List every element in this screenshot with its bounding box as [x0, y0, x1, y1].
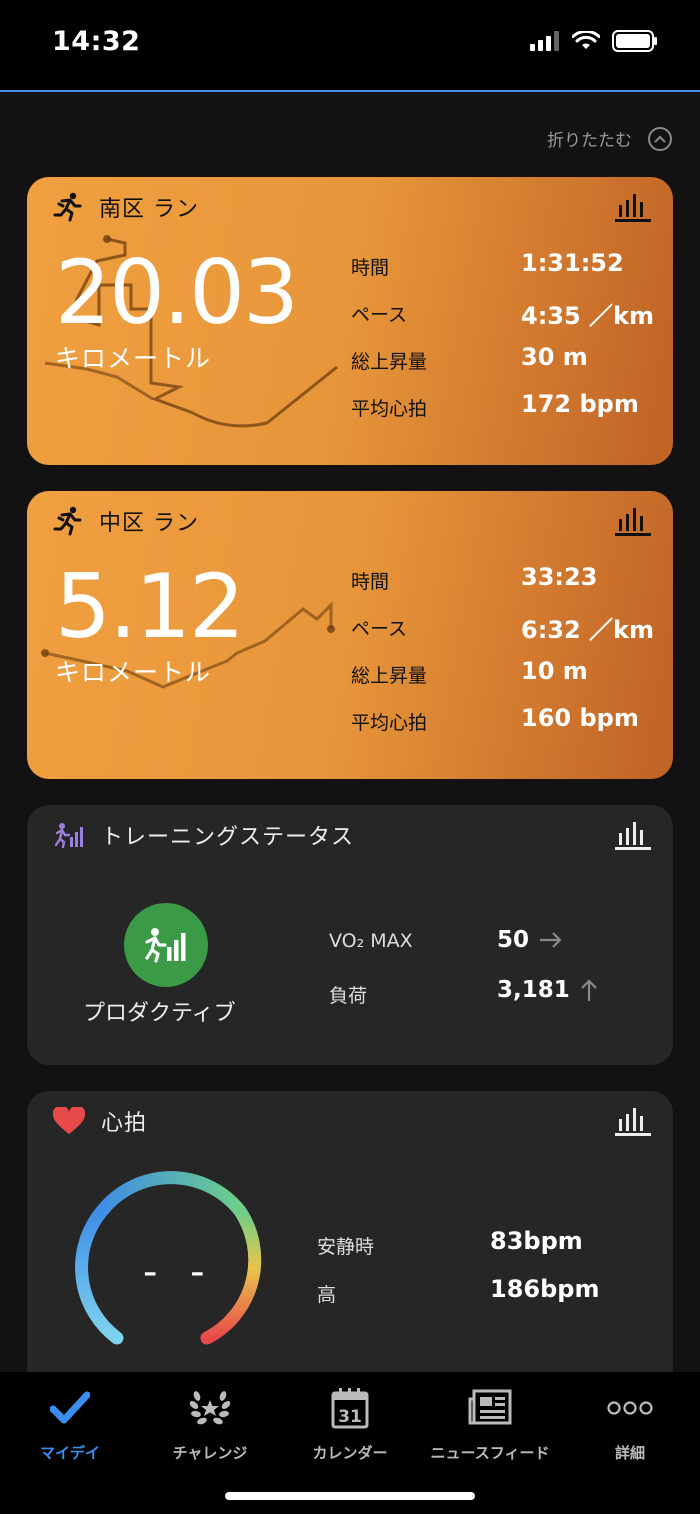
load-label: 負荷 — [329, 985, 368, 1007]
training-status-value: プロダクティブ — [83, 1001, 236, 1026]
battery-icon — [612, 30, 657, 52]
stat-value: 10 m — [521, 657, 588, 685]
chart-icon[interactable] — [615, 819, 651, 851]
vo2-value-row: 50 — [497, 927, 563, 953]
stat-value: 4:35 ／km — [521, 302, 655, 330]
stat-row-pace: ペース 4:35 ／km — [351, 300, 654, 330]
tab-challenges[interactable]: チャレンジ — [140, 1386, 280, 1463]
stat-value: 172 bpm — [521, 390, 639, 418]
tab-label: 詳細 — [614, 1444, 645, 1462]
stat-value: 160 bpm — [521, 704, 639, 732]
productive-badge — [124, 903, 208, 987]
running-icon — [53, 192, 82, 222]
stat-row-ascent: 総上昇量 30 m — [351, 343, 651, 377]
stat-label: ペース — [351, 304, 408, 326]
activity-card-1[interactable]: 南区 ラン 20.03 キロメートル 時間 1:31:52 ペース 4:35 ／… — [27, 177, 673, 465]
vo2-value: 50 — [497, 927, 530, 953]
header-divider — [0, 90, 700, 92]
stat-row-time: 時間 33:23 — [351, 563, 651, 597]
stat-row-time: 時間 1:31:52 — [351, 249, 651, 283]
heart-icon — [53, 1107, 85, 1134]
tab-label: ニュースフィード — [430, 1444, 550, 1462]
stat-row-heart-rate: 平均心拍 160 bpm — [351, 704, 651, 738]
tab-newsfeed[interactable]: ニュースフィード — [420, 1386, 560, 1463]
status-time: 14:32 — [52, 26, 141, 57]
training-status-icon — [54, 823, 83, 849]
load-value: 3,181 — [497, 977, 570, 1003]
stat-label: 平均心拍 — [351, 712, 428, 734]
status-bar: 14:32 — [0, 0, 700, 90]
stat-row-pace: ペース 6:32 ／km — [351, 614, 654, 644]
chart-icon[interactable] — [615, 1105, 651, 1137]
stat-label: 総上昇量 — [351, 665, 428, 687]
training-status-card[interactable]: トレーニングステータス プロダクティブ VO₂ MAX 50 負荷 3,181 — [27, 805, 673, 1065]
chart-icon[interactable] — [615, 191, 651, 223]
stat-label: 総上昇量 — [351, 351, 428, 373]
status-icons — [530, 30, 658, 52]
vo2-label: VO₂ MAX — [329, 930, 413, 952]
signal-icon — [530, 31, 559, 51]
high-hr-value: 186bpm — [490, 1275, 600, 1303]
arrow-up-icon — [580, 979, 597, 1001]
calendar-day: 31 — [338, 1407, 362, 1427]
activity-card-2[interactable]: 中区 ラン 5.12 キロメートル 時間 33:23 ペース 6:32 ／km … — [27, 491, 673, 779]
tab-more[interactable]: 詳細 — [560, 1386, 700, 1463]
tab-calendar[interactable]: 31 カレンダー — [280, 1386, 420, 1463]
tab-label: チャレンジ — [172, 1444, 248, 1462]
activity-header: 南区 ラン — [53, 191, 199, 223]
calendar-icon: 31 — [331, 1388, 369, 1429]
wifi-icon — [572, 31, 600, 49]
training-status-title: トレーニングステータス — [101, 825, 355, 850]
collapse-label: 折りたたむ — [547, 131, 632, 151]
distance-value: 5.12 — [55, 555, 245, 658]
arrow-right-icon — [540, 932, 562, 948]
stat-row-ascent: 総上昇量 10 m — [351, 657, 651, 691]
newsfeed-icon — [468, 1389, 512, 1425]
stat-label: 時間 — [351, 257, 390, 279]
check-icon — [50, 1391, 90, 1424]
collapse-button[interactable]: 折りたたむ — [547, 126, 672, 151]
stat-label: ペース — [351, 618, 408, 640]
tab-label: マイデイ — [39, 1444, 100, 1462]
distance-value: 20.03 — [55, 241, 299, 344]
laurel-icon — [189, 1391, 231, 1425]
activity-title: 中区 ラン — [99, 511, 199, 536]
stat-value: 6:32 ／km — [521, 616, 655, 644]
productive-icon — [145, 928, 186, 963]
tab-label: カレンダー — [312, 1444, 388, 1462]
stat-value: 33:23 — [521, 563, 598, 591]
load-value-row: 3,181 — [497, 977, 598, 1003]
heart-rate-card[interactable]: 心拍 - - 安静時 83bpm 高 186bpm — [27, 1091, 673, 1391]
activity-header: 中区 ラン — [53, 505, 199, 537]
chevron-up-icon — [648, 126, 672, 151]
heart-rate-current: - - — [143, 1249, 215, 1295]
stat-label: 時間 — [351, 571, 390, 593]
running-icon — [53, 506, 82, 536]
chart-icon[interactable] — [615, 505, 651, 537]
tab-my-day[interactable]: マイデイ — [0, 1386, 140, 1463]
stat-value: 30 m — [521, 343, 588, 371]
training-status-header: トレーニングステータス — [53, 819, 354, 851]
high-hr-label: 高 — [317, 1284, 337, 1306]
more-dots-icon — [607, 1401, 653, 1415]
heart-rate-header: 心拍 — [53, 1105, 147, 1137]
stat-row-heart-rate: 平均心拍 172 bpm — [351, 390, 651, 424]
resting-hr-value: 83bpm — [490, 1227, 583, 1255]
home-indicator — [225, 1492, 475, 1500]
heart-rate-title: 心拍 — [101, 1111, 148, 1136]
distance-unit: キロメートル — [55, 658, 212, 687]
stat-label: 平均心拍 — [351, 398, 428, 420]
stat-value: 1:31:52 — [521, 249, 624, 277]
distance-unit: キロメートル — [55, 344, 212, 373]
activity-title: 南区 ラン — [99, 197, 199, 222]
resting-hr-label: 安静時 — [317, 1236, 375, 1258]
